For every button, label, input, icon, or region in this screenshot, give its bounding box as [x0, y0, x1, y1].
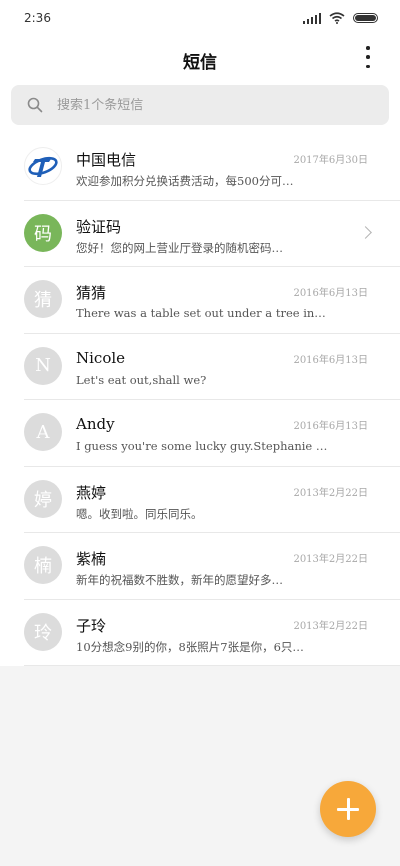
avatar[interactable]: 婷: [24, 479, 62, 518]
search-input[interactable]: [57, 97, 357, 113]
message-snippet: 您好！您的网上营业厅登录的随机密码…: [76, 240, 283, 255]
conversation-row[interactable]: 楠 紫楠 2013年2月22日 新年的祝福数不胜数，新年的愿望好多…: [0, 533, 400, 600]
wifi-icon: [329, 12, 345, 24]
row-divider: [24, 665, 400, 666]
contact-name: 验证码: [76, 217, 122, 236]
message-time: 2016年6月13日: [293, 354, 368, 366]
message-snippet: 欢迎参加积分兑换话费活动，每500分可…: [76, 174, 294, 188]
avatar[interactable]: 楠: [24, 546, 62, 584]
contact-name: Andy: [76, 415, 115, 433]
conversation-row[interactable]: 中国电信 2017年6月30日欢迎参加积分兑换话费活动，每500分可…: [0, 134, 400, 201]
message-time: 2013年2月22日: [293, 620, 368, 632]
more-vert-icon[interactable]: [358, 46, 378, 68]
avatar-letter: A: [36, 421, 50, 443]
message-snippet: There was a table set out under a tree i…: [76, 306, 328, 320]
message-snippet: I guess you're some lucky guy.Stephanie …: [76, 439, 328, 453]
header: 短信: [0, 36, 400, 82]
message-snippet: 嗯。收到啦。同乐同乐。: [76, 506, 203, 521]
conversation-row[interactable]: 猜猜猜 2016年6月13日 There was a table set out u…: [0, 267, 400, 334]
message-time: 2016年6月13日: [293, 288, 368, 299]
status-time: 2:36: [24, 11, 51, 25]
message-snippet: Let's eat out,shall we?: [76, 372, 207, 387]
message-time: 2013年2月22日: [293, 554, 368, 565]
search-bar[interactable]: [11, 85, 389, 125]
conversation-row[interactable]: 码 验证码您好！您的网上营业厅登录的随机密码…: [0, 201, 400, 267]
message-time: 2017年6月30日: [293, 155, 368, 166]
contact-name: 紫楠: [76, 550, 107, 568]
avatar[interactable]: 猜: [24, 280, 62, 318]
contact-name: 猜猜: [76, 284, 107, 302]
avatar[interactable]: 玲: [24, 612, 62, 651]
battery-icon: [353, 13, 378, 23]
conversation-row[interactable]: A Andy 2016年6月13日 I guess you're some lucky…: [0, 400, 400, 467]
message-time: 2016年6月13日: [293, 421, 368, 432]
contact-name: 子玲: [76, 616, 107, 635]
conversation-row[interactable]: 婷 燕婷 2013年2月22日嗯。收到啦。同乐同乐。: [0, 467, 400, 533]
conversation-row[interactable]: 玲 子玲 2013年2月22日 10分想念9别的你，8张照片7张是你，6只…: [0, 600, 400, 666]
avatar-letter: 猜: [34, 290, 52, 311]
message-snippet: 10分想念9别的你，8张照片7张是你，6只…: [76, 639, 304, 654]
avatar-letter: 婷: [34, 489, 52, 511]
page-title: 短信: [183, 53, 217, 73]
avatar-letter: N: [35, 355, 51, 376]
china-telecom-logo-icon[interactable]: [24, 147, 62, 185]
message-time: 2013年2月22日: [293, 487, 368, 499]
compose-button[interactable]: [320, 781, 376, 837]
contact-name: 燕婷: [76, 483, 107, 502]
signal-icon: [303, 12, 321, 24]
avatar-letter: 码: [34, 223, 52, 245]
search-icon: [27, 97, 43, 113]
contact-name: 中国电信: [76, 151, 137, 169]
plus-icon: [337, 798, 359, 820]
avatar[interactable]: N: [24, 346, 62, 385]
contact-name: Nicole: [76, 348, 126, 367]
avatar[interactable]: 码: [24, 213, 62, 252]
search-area: [0, 82, 400, 134]
chevron-right-icon[interactable]: [359, 225, 372, 239]
conversation-list: 中国电信 2017年6月30日欢迎参加积分兑换话费活动，每500分可… 码 验证码您好…: [0, 134, 400, 666]
avatar-letter: 楠: [34, 556, 52, 577]
message-snippet: 新年的祝福数不胜数，新年的愿望好多…: [76, 573, 283, 587]
avatar[interactable]: A: [24, 413, 62, 451]
status-bar: 2:36: [0, 0, 400, 36]
conversation-row[interactable]: N Nicole 2016年6月13日 Let's eat out,shall we?: [0, 334, 400, 400]
status-icons: [303, 12, 378, 24]
avatar-letter: 玲: [34, 622, 52, 644]
